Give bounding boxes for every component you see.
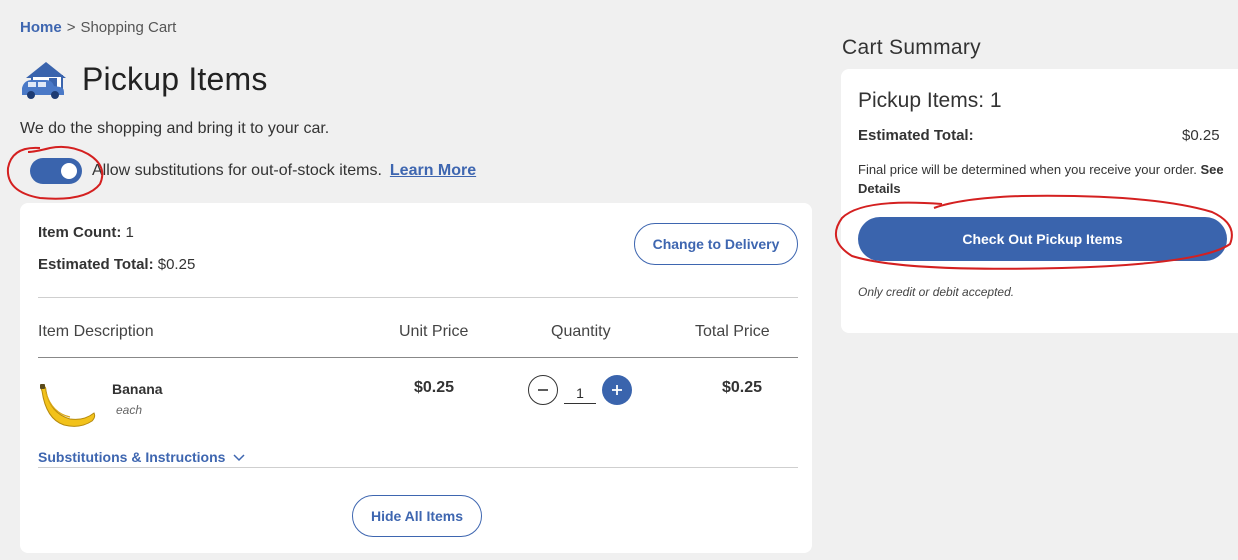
column-header: Quantity bbox=[551, 323, 611, 340]
summary-pickup-items: Pickup Items: 1 bbox=[858, 89, 1002, 112]
page-tagline: We do the shopping and bring it to your … bbox=[20, 120, 330, 137]
item-unit: each bbox=[116, 403, 143, 417]
plus-icon bbox=[612, 385, 622, 395]
quantity-input[interactable]: 1 bbox=[564, 385, 596, 404]
header-divider bbox=[38, 357, 798, 358]
hide-all-items-button[interactable]: Hide All Items bbox=[352, 495, 482, 537]
column-header: Total Price bbox=[695, 323, 770, 340]
cart-summary-panel: Pickup Items: 1 Estimated Total: $0.25 F… bbox=[841, 69, 1238, 333]
column-header: Unit Price bbox=[399, 323, 469, 340]
substitutions-setting: Allow substitutions for out-of-stock ite… bbox=[30, 158, 476, 184]
increase-quantity-button[interactable] bbox=[602, 375, 632, 405]
minus-icon bbox=[538, 389, 548, 391]
breadcrumb-separator: > bbox=[66, 19, 76, 36]
substitutions-instructions-link[interactable]: Substitutions & Instructions bbox=[38, 449, 245, 465]
estimated-total-label: Estimated Total: bbox=[38, 256, 154, 273]
quantity-stepper: 1 bbox=[528, 375, 632, 405]
final-price-note: Final price will be determined when you … bbox=[858, 161, 1228, 199]
cart-counts: Item Count: 1 Estimated Total: $0.25 bbox=[38, 225, 195, 289]
change-to-delivery-button[interactable]: Change to Delivery bbox=[634, 223, 798, 265]
table-row: Banana each $0.25 1 $0.25 bbox=[38, 375, 798, 435]
breadcrumb: Home > Shopping Cart bbox=[20, 19, 176, 36]
decrease-quantity-button[interactable] bbox=[528, 375, 558, 405]
banana-icon bbox=[40, 384, 96, 427]
estimated-total-value: $0.25 bbox=[157, 256, 196, 273]
check-out-pickup-items-button[interactable]: Check Out Pickup Items bbox=[858, 217, 1227, 261]
column-header: Item Description bbox=[38, 323, 154, 340]
cart-main: Home > Shopping Cart Pickup Items We do th… bbox=[20, 0, 820, 560]
final-price-note-text: Final price will be determined when you … bbox=[858, 162, 1197, 177]
learn-more-link[interactable]: Learn More bbox=[390, 162, 476, 180]
substitutions-instructions-label: Substitutions & Instructions bbox=[38, 449, 226, 465]
summary-estimated-total-label: Estimated Total: bbox=[858, 127, 974, 144]
toggle-knob bbox=[61, 163, 77, 179]
pickup-car-store-icon bbox=[22, 62, 66, 99]
divider bbox=[38, 467, 798, 468]
payment-note: Only credit or debit accepted. bbox=[858, 285, 1015, 299]
chevron-down-icon bbox=[233, 454, 245, 462]
page-title-text: Pickup Items bbox=[82, 60, 268, 97]
unit-price: $0.25 bbox=[414, 379, 455, 396]
item-count-label: Item Count: bbox=[38, 224, 122, 241]
breadcrumb-home-link[interactable]: Home bbox=[20, 19, 62, 36]
divider bbox=[38, 297, 798, 298]
item-name[interactable]: Banana bbox=[112, 381, 163, 397]
substitutions-toggle[interactable] bbox=[30, 158, 82, 184]
cart-card: Item Count: 1 Estimated Total: $0.25 Cha… bbox=[20, 203, 812, 553]
cart-summary-heading: Cart Summary bbox=[842, 36, 981, 59]
summary-estimated-total-value: $0.25 bbox=[1182, 127, 1220, 144]
item-count-value: 1 bbox=[125, 224, 134, 241]
breadcrumb-current: Shopping Cart bbox=[80, 19, 177, 36]
page-title: Pickup Items bbox=[20, 58, 268, 100]
substitutions-label: Allow substitutions for out-of-stock ite… bbox=[92, 162, 382, 179]
total-price: $0.25 bbox=[722, 379, 763, 396]
